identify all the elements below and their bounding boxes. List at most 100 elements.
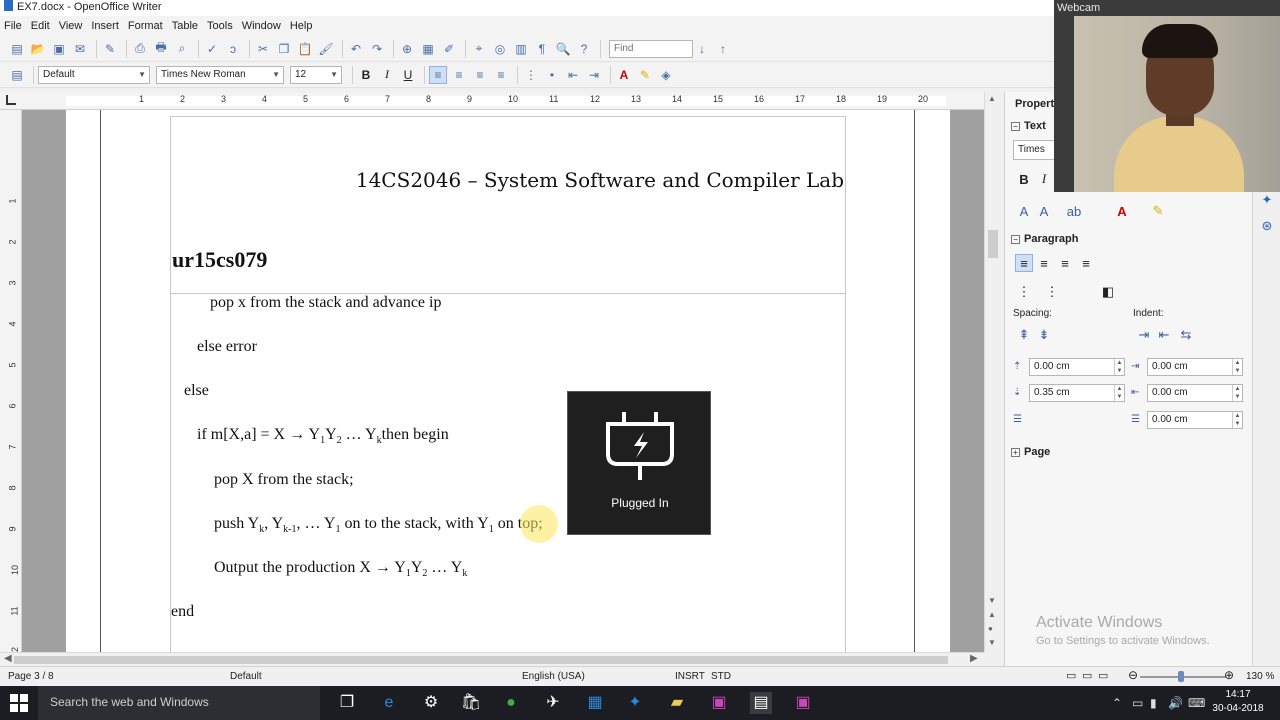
font-color-icon[interactable]: A <box>615 66 633 84</box>
open-folder-icon[interactable]: 📂 <box>29 40 47 58</box>
sidebar-align-justify-icon[interactable]: ≡ <box>1077 254 1095 272</box>
export-pdf-icon[interactable]: ⎙ <box>131 40 149 58</box>
book-view-icon[interactable]: ▭ <box>1098 669 1108 682</box>
character-spacing-icon[interactable]: ab <box>1065 202 1083 220</box>
font-name-select[interactable]: Times New Roman ▼ <box>156 65 284 84</box>
spinner-icon[interactable]: ▲ ▼ <box>1114 385 1124 401</box>
nonprinting-characters-icon[interactable]: ¶ <box>533 40 551 58</box>
language-indicator[interactable]: English (USA) <box>522 671 585 682</box>
background-color-icon[interactable]: ◈ <box>657 66 675 84</box>
zoom-slider-handle[interactable] <box>1178 671 1184 682</box>
hyperlink-icon[interactable]: ⊕ <box>398 40 416 58</box>
navigator-icon[interactable]: ⌖ <box>470 40 488 58</box>
network-app-icon[interactable]: ✦ <box>624 692 646 714</box>
sidebar-numbering-icon[interactable]: ⋮ <box>1043 283 1061 301</box>
openoffice-writer-taskbar-icon[interactable]: ▤ <box>750 692 772 714</box>
data-sources-icon[interactable]: ▥ <box>512 40 530 58</box>
insert-mode-indicator[interactable]: INSRT <box>675 671 705 682</box>
bold-button[interactable]: B <box>357 66 375 84</box>
camera-app-icon[interactable]: ▣ <box>792 692 814 714</box>
page-style-indicator[interactable]: Default <box>230 671 262 682</box>
draw-functions-icon[interactable]: ✐ <box>440 40 458 58</box>
network-icon[interactable]: ▭ <box>1132 696 1143 710</box>
sidebar-font-name[interactable]: Times Ne <box>1013 140 1057 160</box>
vertical-scrollbar[interactable]: ▲ ▼ ▲ ● ▼ <box>984 92 1000 652</box>
scroll-right-icon[interactable]: ▶ <box>970 653 978 664</box>
menu-view[interactable]: View <box>59 20 83 32</box>
indent-after-input[interactable]: 0.00 cm ▲ ▼ <box>1147 384 1243 402</box>
menu-help[interactable]: Help <box>290 20 313 32</box>
align-justify-icon[interactable]: ≡ <box>492 66 510 84</box>
align-right-icon[interactable]: ≡ <box>471 66 489 84</box>
battery-icon[interactable]: ▮ <box>1150 696 1157 710</box>
spinner-icon[interactable]: ▲ ▼ <box>1232 359 1242 375</box>
redo-icon[interactable]: ↷ <box>368 40 386 58</box>
spinner-icon[interactable]: ▲ ▼ <box>1232 412 1242 428</box>
zoom-out-icon[interactable]: ⊖ <box>1128 668 1138 682</box>
numbering-icon[interactable]: ⋮ <box>522 66 540 84</box>
bullets-icon[interactable]: • <box>543 66 561 84</box>
help-icon[interactable]: ? <box>575 40 593 58</box>
sidebar-bold-button[interactable]: B <box>1015 170 1033 188</box>
find-previous-icon[interactable]: ↑ <box>714 40 732 58</box>
print-icon[interactable]: 🖶 <box>152 40 170 58</box>
sidebar-font-color-icon[interactable]: A <box>1113 202 1131 220</box>
horizontal-scrollbar[interactable]: ◀ ▶ <box>0 652 984 666</box>
taskbar-search[interactable]: Search the web and Windows <box>38 686 320 720</box>
grow-font-icon[interactable]: A <box>1015 202 1033 220</box>
menu-window[interactable]: Window <box>242 20 281 32</box>
page-indicator[interactable]: Page 3 / 8 <box>8 671 54 682</box>
selection-mode-indicator[interactable]: STD <box>711 671 731 682</box>
paragraph-section-header[interactable]: − Paragraph <box>1011 233 1078 245</box>
spellcheck-icon[interactable]: ✓ <box>203 40 221 58</box>
gallery-icon[interactable]: ◎ <box>491 40 509 58</box>
zoom-level[interactable]: 130 % <box>1246 671 1274 682</box>
horizontal-ruler[interactable]: 1 2 3 4 5 6 7 8 9 10 11 12 13 14 15 16 17 18 19 20 <box>0 92 1000 110</box>
taskbar-clock[interactable]: 14:17 30-04-2018 <box>1208 688 1268 716</box>
page-section-header[interactable]: + Page <box>1011 446 1050 458</box>
format-paintbrush-icon[interactable]: 🖌 <box>317 40 335 58</box>
undo-icon[interactable]: ↶ <box>347 40 365 58</box>
document-page[interactable]: 14CS2046 – System Software and Compiler … <box>66 110 950 652</box>
gallery-tab-icon[interactable]: ✦ <box>1259 192 1275 208</box>
sidebar-highlight-icon[interactable]: ✎ <box>1149 202 1167 220</box>
line-spacing-icon[interactable]: ☰ <box>1013 414 1027 426</box>
autospell-icon[interactable]: ↄ <box>224 40 242 58</box>
menu-insert[interactable]: Insert <box>91 20 119 32</box>
indent-before-input[interactable]: 0.00 cm ▲ ▼ <box>1147 358 1243 376</box>
cut-icon[interactable]: ✂ <box>254 40 272 58</box>
save-icon[interactable]: ▣ <box>50 40 68 58</box>
menu-edit[interactable]: Edit <box>31 20 50 32</box>
increase-spacing-icon[interactable]: ⇞ <box>1015 326 1033 344</box>
volume-icon[interactable]: 🔊 <box>1168 696 1183 710</box>
new-document-icon[interactable]: ▤ <box>8 40 26 58</box>
scroll-down-icon[interactable]: ▼ <box>988 596 996 605</box>
menu-tools[interactable]: Tools <box>207 20 233 32</box>
settings-gear-icon[interactable]: ⚙ <box>420 692 442 714</box>
copy-icon[interactable]: ❐ <box>275 40 293 58</box>
menu-file[interactable]: File <box>4 20 22 32</box>
decrease-indent-icon[interactable]: ⇤ <box>564 66 582 84</box>
underline-button[interactable]: U <box>399 66 417 84</box>
sidebar-bullets-icon[interactable]: ⋮ <box>1015 283 1033 301</box>
single-page-view-icon[interactable]: ▭ <box>1066 669 1076 682</box>
edge-browser-icon[interactable]: e <box>378 692 400 714</box>
menu-format[interactable]: Format <box>128 20 163 32</box>
find-input[interactable] <box>609 39 693 58</box>
keyboard-icon[interactable]: ⌨ <box>1188 696 1205 710</box>
highlighting-icon[interactable]: ✎ <box>636 66 654 84</box>
tool-icon[interactable]: ✈ <box>542 692 564 714</box>
font-size-select[interactable]: 12 ▼ <box>290 65 342 84</box>
windows-app-icon[interactable]: ▦ <box>584 692 606 714</box>
space-above-input[interactable]: 0.00 cm ▲ ▼ <box>1029 358 1125 376</box>
align-left-icon[interactable]: ≡ <box>429 65 447 84</box>
show-hidden-icons-icon[interactable]: ⌃ <box>1112 696 1122 710</box>
sidebar-increase-indent-icon[interactable]: ⇥ <box>1135 326 1153 344</box>
next-page-icon[interactable]: ▼ <box>988 638 996 647</box>
navigator-tab-icon[interactable]: ⊛ <box>1259 218 1275 234</box>
scroll-thumb[interactable] <box>988 230 998 258</box>
table-icon[interactable]: ▦ <box>419 40 437 58</box>
scroll-up-icon[interactable]: ▲ <box>988 94 996 103</box>
sidebar-italic-button[interactable]: I <box>1035 170 1053 188</box>
find-next-icon[interactable]: ↓ <box>693 40 711 58</box>
